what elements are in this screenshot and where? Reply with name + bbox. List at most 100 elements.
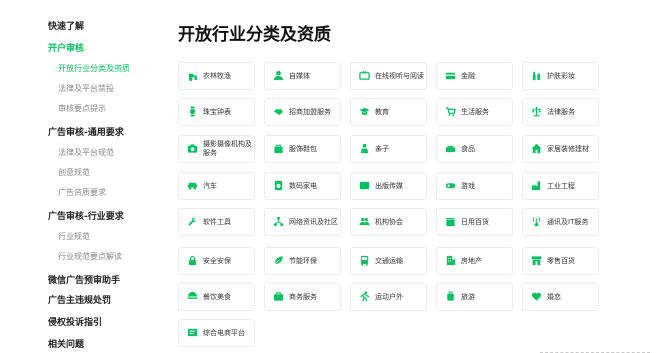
- industry-card[interactable]: 零售百货: [522, 247, 599, 275]
- industry-label: 教育: [375, 107, 389, 116]
- industry-label: 交通运输: [375, 256, 403, 265]
- industry-label: 护肤彩妆: [547, 71, 575, 80]
- briefcase-icon: [273, 291, 284, 302]
- home-icon: [531, 143, 542, 154]
- sidebar-item[interactable]: 快速了解: [48, 20, 84, 34]
- industry-card[interactable]: 珠宝钟表: [178, 98, 255, 126]
- cosmetics-icon: [531, 70, 542, 81]
- sidebar-item[interactable]: 行业规范: [58, 230, 90, 244]
- bus-icon: [359, 255, 370, 266]
- scales-icon: [531, 106, 542, 117]
- industry-card[interactable]: 通讯及IT服务: [522, 208, 599, 236]
- industry-card[interactable]: 综合电商平台: [178, 319, 255, 347]
- industry-label: 房地产: [461, 256, 482, 265]
- industry-card[interactable]: 商务服务: [264, 283, 341, 311]
- store-icon: [531, 255, 542, 266]
- bag-icon: [273, 143, 284, 154]
- industry-card[interactable]: 数码家电: [264, 172, 341, 200]
- sidebar-item[interactable]: 创意规范: [58, 166, 90, 180]
- tv-icon: [359, 70, 370, 81]
- tractor-icon: [187, 70, 198, 81]
- industry-label: 服饰鞋包: [289, 144, 317, 153]
- industry-card[interactable]: 日用百货: [436, 208, 513, 236]
- food-icon: [445, 143, 456, 154]
- industry-label: 游戏: [461, 181, 475, 190]
- industry-label: 日用百货: [461, 217, 489, 226]
- industry-card[interactable]: 网络资讯及社区: [264, 208, 341, 236]
- industry-label: 自媒体: [289, 71, 310, 80]
- industry-card[interactable]: 工业工程: [522, 172, 599, 200]
- industry-label: 网络资讯及社区: [289, 217, 338, 226]
- industry-label: 在线视听与阅读: [375, 71, 424, 80]
- book-icon: [359, 180, 370, 191]
- sidebar-item[interactable]: 行业规范要点解读: [58, 250, 122, 264]
- industry-card[interactable]: 自媒体: [264, 62, 341, 90]
- industry-label: 安全安保: [203, 256, 231, 265]
- industry-label: 金融: [461, 71, 475, 80]
- industry-card[interactable]: 金融: [436, 62, 513, 90]
- sidebar-item[interactable]: 微信广告预审助手: [48, 274, 120, 288]
- factory-icon: [531, 180, 542, 191]
- sidebar-item[interactable]: 开户审核: [48, 42, 84, 56]
- industry-card[interactable]: 服饰鞋包: [264, 135, 341, 163]
- industry-card[interactable]: 交通运输: [350, 247, 427, 275]
- industry-label: 法律服务: [547, 107, 575, 116]
- sidebar-item[interactable]: 相关问题: [48, 338, 84, 352]
- baby-icon: [359, 143, 370, 154]
- industry-card[interactable]: 农林牧渔: [178, 62, 255, 90]
- industry-label: 生活服务: [461, 107, 489, 116]
- industry-label: 工业工程: [547, 181, 575, 190]
- sidebar-item[interactable]: 广告审核-通用要求: [48, 126, 124, 140]
- industry-card[interactable]: 法律服务: [522, 98, 599, 126]
- industry-label: 数码家电: [289, 181, 317, 190]
- industry-card[interactable]: 护肤彩妆: [522, 62, 599, 90]
- page-title: 开放行业分类及资质: [178, 25, 331, 45]
- industry-card[interactable]: 招商加盟服务: [264, 98, 341, 126]
- industry-card[interactable]: 餐饮美食: [178, 283, 255, 311]
- group-icon: [359, 216, 370, 227]
- industry-label: 餐饮美食: [203, 292, 231, 301]
- sidebar-item[interactable]: 开放行业分类及资质: [58, 62, 130, 76]
- watch-icon: [187, 106, 198, 117]
- industry-label: 综合电商平台: [203, 328, 245, 337]
- sidebar-item[interactable]: 广告审核-行业要求: [48, 210, 124, 224]
- industry-card[interactable]: 教育: [350, 98, 427, 126]
- industry-label: 婚恋: [547, 292, 561, 301]
- sidebar-item[interactable]: 广告资质要求: [58, 186, 106, 200]
- sidebar-item[interactable]: 法律及平台禁投: [58, 82, 114, 96]
- industry-card[interactable]: 安全安保: [178, 247, 255, 275]
- cart-icon: [445, 106, 456, 117]
- industry-card[interactable]: 节能环保: [264, 247, 341, 275]
- industry-card[interactable]: 摄影摄像机构及服务: [178, 135, 255, 163]
- industry-card[interactable]: 食品: [436, 135, 513, 163]
- appliance-icon: [273, 180, 284, 191]
- sidebar-item[interactable]: 侵权投诉指引: [48, 316, 102, 330]
- industry-label: 汽车: [203, 181, 217, 190]
- industry-card[interactable]: 婚恋: [522, 283, 599, 311]
- sidebar-item[interactable]: 法律及平台规范: [58, 146, 114, 160]
- industry-card[interactable]: 运动户外: [350, 283, 427, 311]
- industry-card[interactable]: 亲子: [350, 135, 427, 163]
- industry-label: 零售百货: [547, 256, 575, 265]
- industry-card[interactable]: 旅游: [436, 283, 513, 311]
- industry-label: 节能环保: [289, 256, 317, 265]
- industry-card[interactable]: 家居装修建材: [522, 135, 599, 163]
- gamepad-icon: [445, 180, 456, 191]
- industry-card[interactable]: 房地产: [436, 247, 513, 275]
- industry-card[interactable]: 在线视听与阅读: [350, 62, 427, 90]
- industry-label: 运动户外: [375, 292, 403, 301]
- sidebar: 快速了解开户审核开放行业分类及资质 法律及平台禁投 审核要点提示广告审核-通用要求法…: [0, 0, 160, 353]
- industry-card[interactable]: 机构协会: [350, 208, 427, 236]
- divider: [540, 346, 650, 353]
- industry-card[interactable]: 出版传媒: [350, 172, 427, 200]
- industry-card[interactable]: 生活服务: [436, 98, 513, 126]
- sidebar-item[interactable]: 审核要点提示: [58, 102, 106, 116]
- industry-label: 家居装修建材: [547, 144, 589, 153]
- industry-label: 农林牧渔: [203, 71, 231, 80]
- industry-card[interactable]: 游戏: [436, 172, 513, 200]
- industry-label: 招商加盟服务: [289, 107, 331, 116]
- industry-card[interactable]: 汽车: [178, 172, 255, 200]
- industry-card[interactable]: 软件工具: [178, 208, 255, 236]
- sidebar-item[interactable]: 广告主违规处罚: [48, 294, 111, 308]
- handshake-icon: [273, 106, 284, 117]
